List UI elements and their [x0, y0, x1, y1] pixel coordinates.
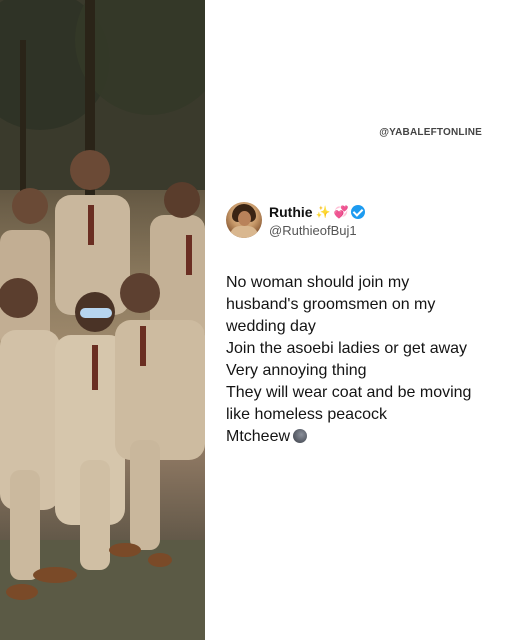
sparkles-icon: ✨ [315, 205, 331, 219]
watermark-text: @YABALEFTONLINE [379, 127, 482, 138]
tweet-line: Very annoying thing [226, 362, 367, 379]
tweet-line: Join the asoebi ladies or get away [226, 340, 468, 357]
tweet-line: No woman should join my [226, 274, 410, 291]
tweet-line-last: Mtcheew [226, 426, 508, 448]
new-moon-face-icon [293, 429, 308, 443]
tweet-line: husband's groomsmen on my [226, 296, 436, 313]
display-name[interactable]: Ruthie [269, 204, 313, 220]
tweet-text: No woman should join my husband's grooms… [226, 272, 508, 448]
tweet-line-text: Mtcheew [226, 428, 291, 445]
tweet-line: wedding day [226, 318, 316, 335]
verified-badge-icon [351, 205, 366, 219]
name-row: Ruthie ✨ 💞 [269, 204, 366, 220]
avatar[interactable] [226, 202, 262, 238]
tweet-header: Ruthie ✨ 💞 @RuthieofBuj1 [226, 202, 506, 242]
heart-icon: 💞 [333, 205, 349, 219]
handle[interactable]: @RuthieofBuj1 [269, 223, 357, 238]
tweet-line: like homeless peacock [226, 406, 387, 423]
tweet-line: They will wear coat and be moving [226, 384, 472, 401]
photo-illustration [0, 0, 205, 640]
groomsmen-photo [0, 0, 205, 640]
